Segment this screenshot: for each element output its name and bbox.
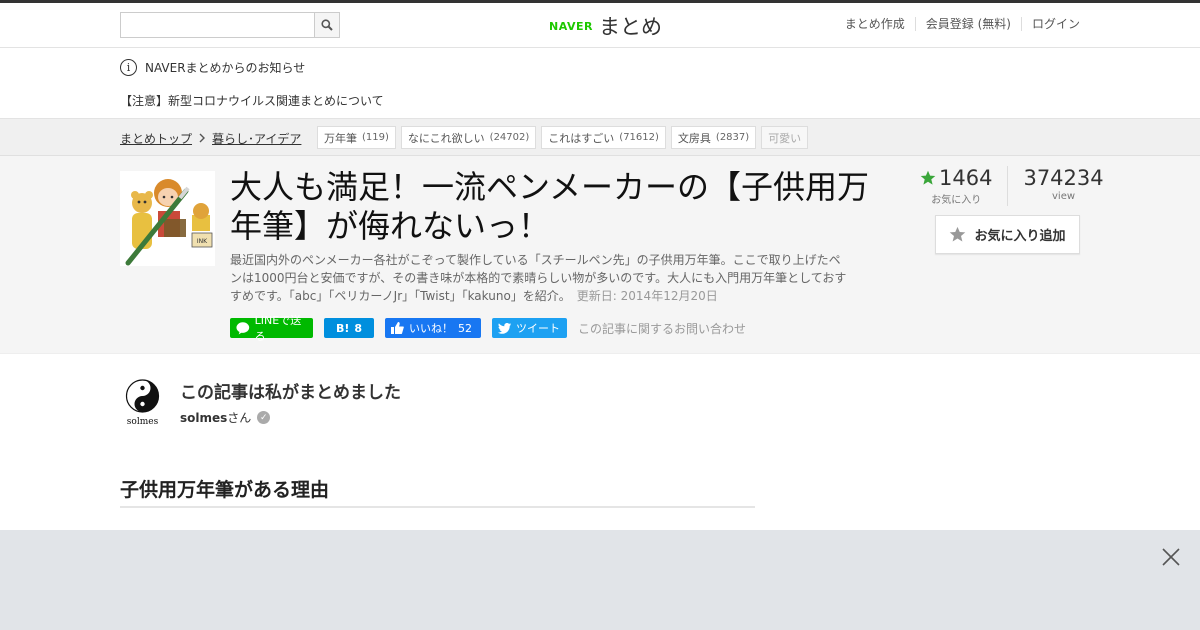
author-name-row: solmesさん ✓	[180, 409, 271, 426]
star-outline-icon	[950, 226, 966, 242]
facebook-like-label: いいね！	[409, 322, 453, 335]
breadcrumb: まとめトップ 暮らし･アイデア	[120, 130, 301, 147]
search-button[interactable]	[314, 13, 339, 37]
star-icon	[920, 170, 936, 185]
line-share-label: LINEで送る	[254, 314, 302, 343]
tag-item[interactable]: 文房具 (2837)	[670, 126, 757, 149]
article-stats: 1464 お気に入り 374234 view	[905, 166, 1119, 206]
add-favorite-button[interactable]: お気に入り追加	[935, 215, 1080, 254]
article-description: 最近国内外のペンメーカー各社がこぞって製作している「スチールペン先」の子供用万年…	[230, 251, 850, 305]
nav-login[interactable]: ログイン	[1020, 17, 1080, 31]
tag-item[interactable]: なにこれ欲しい (24702)	[400, 126, 537, 149]
line-share-button[interactable]: LINEで送る	[230, 314, 313, 343]
tag-label: 万年筆	[324, 131, 357, 145]
article-thumbnail: INK	[120, 171, 215, 266]
views-count: 374234	[1023, 166, 1104, 190]
logo-brand: NAVER	[549, 19, 593, 33]
tag-list: 万年筆 (119) なにこれ欲しい (24702) これはすごい (71612) 文房…	[317, 126, 809, 149]
contact-link[interactable]: この記事に関するお問い合わせ	[578, 320, 746, 337]
add-favorite-label: お気に入り追加	[974, 229, 1066, 244]
article-header: INK 大人も満足！一流ペンメーカーの【子供用万年筆】が侮れないっ！ 最近国内外…	[0, 156, 1200, 354]
breadcrumb-home[interactable]: まとめトップ	[120, 130, 192, 147]
thumbs-up-icon	[391, 322, 404, 334]
notice-title: NAVERまとめからのお知らせ	[145, 61, 306, 75]
tag-label: これはすごい	[548, 131, 615, 145]
tag-item[interactable]: 万年筆 (119)	[317, 126, 396, 149]
author-name[interactable]: solmes	[180, 411, 227, 425]
header-nav: まとめ作成 会員登録 (無料) ログイン	[835, 17, 1080, 31]
tag-label: なにこれ欲しい	[407, 131, 485, 145]
kids-fountain-pen-illustration: INK	[120, 171, 215, 266]
section-heading: 子供用万年筆がある理由	[120, 475, 755, 508]
tag-count: (2837)	[715, 132, 750, 143]
description-text: 最近国内外のペンメーカー各社がこぞって製作している「スチールペン先」の子供用万年…	[230, 253, 847, 303]
article-title: 大人も満足！一流ペンメーカーの【子供用万年筆】が侮れないっ！	[230, 168, 870, 245]
twitter-bird-icon	[498, 322, 511, 334]
site-header: NAVER まとめ まとめ作成 会員登録 (無料) ログイン	[0, 3, 1200, 48]
tag-count: (119)	[362, 132, 389, 143]
chevron-right-icon	[198, 132, 206, 146]
nav-create-matome[interactable]: まとめ作成	[835, 17, 915, 31]
hatena-bookmark-button[interactable]: B! 8	[324, 318, 374, 338]
share-bar: LINEで送る B! 8 いいね！ 52 ツイート この記事に関するお問い合わせ	[230, 314, 746, 343]
tag-count: (71612)	[619, 132, 659, 143]
breadcrumb-bar: まとめトップ 暮らし･アイデア 万年筆 (119) なにこれ欲しい (24702) …	[0, 119, 1200, 156]
notice-link[interactable]: 【注意】新型コロナウイルス関連まとめについて	[120, 92, 384, 109]
avatar-caption: solmes	[127, 417, 159, 427]
hatena-icon: B!	[335, 321, 350, 335]
search-icon	[321, 19, 333, 31]
author-suffix: さん	[227, 411, 252, 425]
author-heading: この記事は私がまとめました	[180, 383, 401, 403]
logo-text: まとめ	[598, 15, 662, 39]
notice-area: i NAVERまとめからのお知らせ 【注意】新型コロナウイルス関連まとめについて	[0, 48, 1200, 119]
author-box: solmes この記事は私がまとめました solmesさん ✓	[120, 378, 720, 428]
favorites-label: お気に入り	[931, 195, 982, 206]
close-icon	[1162, 548, 1180, 566]
breadcrumb-category[interactable]: 暮らし･アイデア	[212, 130, 301, 147]
site-logo[interactable]: NAVER まとめ	[549, 11, 662, 41]
nav-register[interactable]: 会員登録 (無料)	[914, 17, 1021, 31]
verified-check-icon: ✓	[257, 411, 271, 424]
tag-item[interactable]: 可愛い	[761, 126, 809, 149]
tag-label: 可愛い	[768, 131, 802, 145]
tag-label: 文房具	[677, 131, 711, 145]
avatar[interactable]: solmes	[120, 378, 165, 428]
search-box	[120, 12, 340, 38]
facebook-like-count: 52	[458, 321, 472, 335]
search-input[interactable]	[121, 13, 314, 37]
notice-heading: i NAVERまとめからのお知らせ	[120, 59, 305, 76]
tweet-label: ツイート	[516, 322, 560, 335]
favorites-count: 1464	[939, 166, 993, 190]
updated-date: 更新日: 2014年12月20日	[576, 289, 718, 303]
facebook-like-button[interactable]: いいね！ 52	[385, 318, 481, 338]
info-icon: i	[120, 59, 137, 76]
close-button[interactable]	[1162, 548, 1180, 566]
views-label: view	[1052, 191, 1076, 202]
favorites-stat: 1464 お気に入り	[905, 166, 1007, 206]
views-stat: 374234 view	[1007, 166, 1118, 206]
tag-item[interactable]: これはすごい (71612)	[541, 126, 666, 149]
line-icon	[236, 322, 250, 335]
ad-banner	[0, 530, 1200, 630]
tag-count: (24702)	[489, 132, 530, 143]
hatena-count: 8	[354, 321, 363, 335]
tweet-button[interactable]: ツイート	[492, 318, 567, 338]
yin-yang-icon: solmes	[125, 379, 160, 427]
ink-bottle-label: INK	[197, 238, 208, 245]
